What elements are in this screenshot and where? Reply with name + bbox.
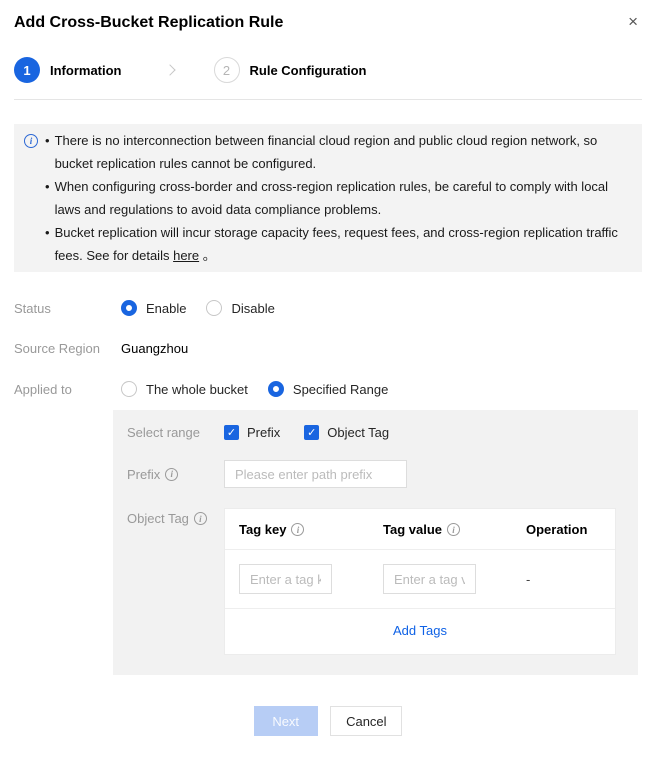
specified-range-label: Specified Range (293, 382, 388, 397)
chevron-right-icon (164, 64, 175, 75)
tag-value-input[interactable] (383, 564, 476, 594)
tag-key-cell (239, 564, 383, 594)
prefix-checkbox-label: Prefix (247, 425, 280, 440)
dialog-title: Add Cross-Bucket Replication Rule (14, 13, 283, 33)
prefix-input[interactable] (224, 460, 407, 488)
source-region-value: Guangzhou (121, 341, 188, 356)
prefix-checkbox-option[interactable]: Prefix (224, 425, 280, 440)
status-label: Status (14, 301, 121, 316)
notice-item: When configuring cross-border and cross-… (45, 175, 626, 221)
dialog-header: Add Cross-Bucket Replication Rule × (14, 0, 642, 33)
info-icon (194, 512, 207, 525)
select-range-row: Select range Prefix Object Tag (127, 425, 624, 440)
cancel-button[interactable]: Cancel (330, 706, 402, 736)
tag-key-header: Tag key (239, 522, 383, 537)
status-disable-option[interactable]: Disable (206, 300, 274, 316)
step-2-label: Rule Configuration (250, 63, 367, 78)
info-icon (165, 468, 178, 481)
prefix-label-text: Prefix (127, 467, 160, 482)
object-tag-label: Object Tag (127, 511, 224, 526)
dialog-footer: Next Cancel (14, 706, 642, 736)
object-tag-label-text: Object Tag (127, 511, 189, 526)
notice-text: There is no interconnection between fina… (55, 129, 626, 175)
prefix-label: Prefix (127, 467, 224, 482)
add-replication-rule-dialog: Add Cross-Bucket Replication Rule × 1 In… (0, 0, 656, 760)
status-radio-group: Enable Disable (121, 300, 275, 316)
whole-bucket-option[interactable]: The whole bucket (121, 381, 248, 397)
info-icon (24, 134, 38, 148)
add-tags-row: Add Tags (225, 609, 615, 654)
radio-selected-icon[interactable] (121, 300, 137, 316)
notice-text-suffix: 。 (203, 248, 216, 263)
radio-unselected-icon[interactable] (121, 381, 137, 397)
specified-range-panel: Select range Prefix Object Tag Prefix (113, 410, 638, 675)
source-region-row: Source Region Guangzhou (14, 341, 642, 356)
checkbox-checked-icon[interactable] (304, 425, 319, 440)
status-enable-label: Enable (146, 301, 186, 316)
checkbox-checked-icon[interactable] (224, 425, 239, 440)
notice-item: Bucket replication will incur storage ca… (45, 221, 626, 267)
add-tags-link[interactable]: Add Tags (393, 623, 447, 638)
prefix-row: Prefix (127, 460, 624, 488)
select-range-label: Select range (127, 425, 224, 440)
applied-to-label: Applied to (14, 382, 121, 397)
step-1-label: Information (50, 63, 122, 78)
info-icon (447, 523, 460, 536)
radio-unselected-icon[interactable] (206, 300, 222, 316)
notice-item: There is no interconnection between fina… (45, 129, 626, 175)
notice-text: Bucket replication will incur storage ca… (55, 221, 626, 267)
status-disable-label: Disable (231, 301, 274, 316)
step-information: 1 Information (14, 57, 122, 83)
operation-cell: - (526, 572, 601, 587)
next-button[interactable]: Next (254, 706, 318, 736)
source-region-label: Source Region (14, 341, 121, 356)
tag-value-cell (383, 564, 526, 594)
notice-text: When configuring cross-border and cross-… (55, 175, 626, 221)
tag-key-input[interactable] (239, 564, 332, 594)
status-enable-option[interactable]: Enable (121, 300, 186, 316)
specified-range-option[interactable]: Specified Range (268, 381, 388, 397)
object-tag-checkbox-option[interactable]: Object Tag (304, 425, 389, 440)
step-1-circle: 1 (14, 57, 40, 83)
step-indicator: 1 Information 2 Rule Configuration (14, 57, 642, 100)
rule-form: Status Enable Disable Source Region Guan… (14, 300, 642, 675)
object-tag-table: Tag key Tag value Operation (224, 508, 616, 655)
notice-banner: There is no interconnection between fina… (14, 124, 642, 272)
status-row: Status Enable Disable (14, 300, 642, 316)
range-checkbox-group: Prefix Object Tag (224, 425, 389, 440)
object-tag-row: Object Tag Tag key Tag value Operation (127, 508, 624, 655)
tag-table-row: - (225, 550, 615, 609)
notice-text-part: Bucket replication will incur storage ca… (55, 225, 618, 263)
tag-table-header: Tag key Tag value Operation (225, 509, 615, 550)
operation-header: Operation (526, 522, 601, 537)
whole-bucket-label: The whole bucket (146, 382, 248, 397)
object-tag-checkbox-label: Object Tag (327, 425, 389, 440)
tag-value-header-text: Tag value (383, 522, 442, 537)
details-link[interactable]: here (173, 248, 199, 263)
tag-value-header: Tag value (383, 522, 526, 537)
step-2-circle: 2 (214, 57, 240, 83)
tag-key-header-text: Tag key (239, 522, 286, 537)
radio-selected-icon[interactable] (268, 381, 284, 397)
step-rule-configuration: 2 Rule Configuration (214, 57, 367, 83)
close-icon[interactable]: × (624, 13, 642, 31)
applied-to-row: Applied to The whole bucket Specified Ra… (14, 381, 642, 397)
info-icon (291, 523, 304, 536)
notice-list: There is no interconnection between fina… (45, 129, 626, 267)
applied-to-radio-group: The whole bucket Specified Range (121, 381, 388, 397)
